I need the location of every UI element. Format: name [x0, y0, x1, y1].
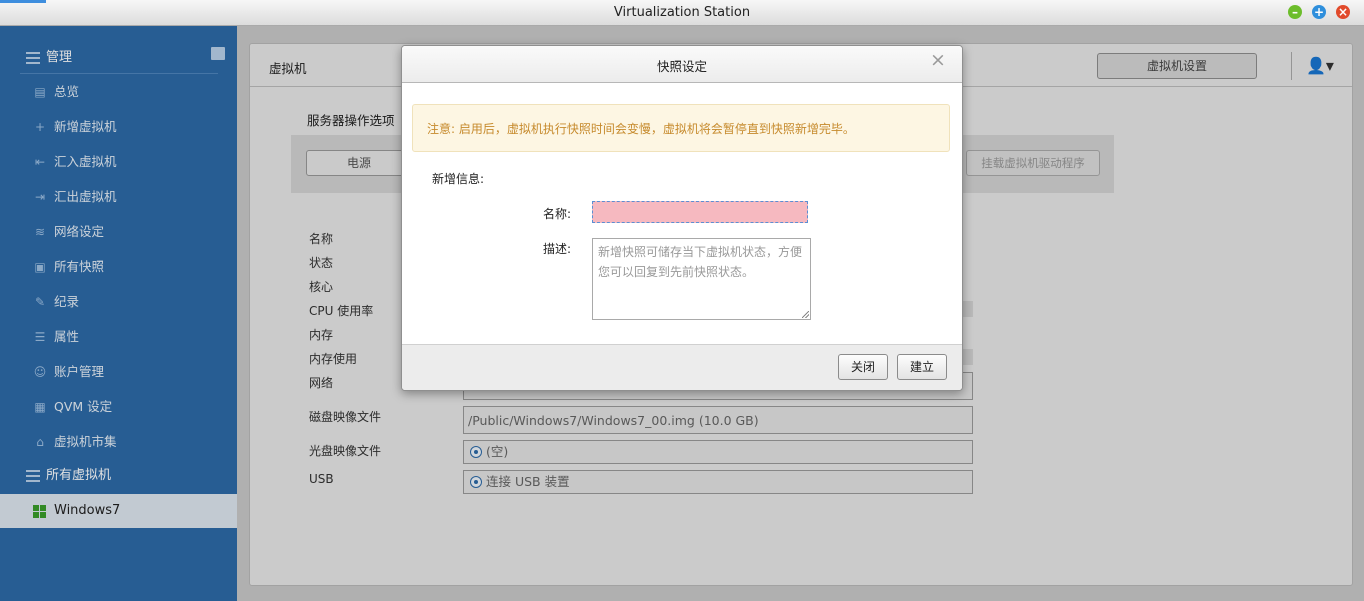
create-button[interactable]: 建立: [897, 354, 947, 380]
dialog-footer: 关闭 建立: [402, 344, 962, 390]
close-window-icon[interactable]: ×: [1336, 5, 1350, 19]
close-icon[interactable]: ×: [930, 49, 946, 71]
snapshot-name-input[interactable]: [592, 201, 808, 223]
description-placeholder: 新增快照可储存当下虚拟机状态，方便您可以回复到先前快照状态。: [598, 245, 803, 279]
dialog-header: 快照设定 ×: [402, 46, 962, 83]
resize-handle-icon[interactable]: [802, 311, 809, 318]
dialog-title: 快照设定: [656, 59, 707, 74]
tab-indicator: [0, 0, 46, 3]
name-label: 名称:: [543, 207, 572, 221]
snapshot-dialog: 快照设定 × 注意: 启用后，虚拟机执行快照时间会变慢，虚拟机将会暂停直到快照新…: [401, 45, 963, 391]
description-label: 描述:: [543, 242, 572, 256]
section-label: 新增信息:: [432, 172, 485, 186]
maximize-icon[interactable]: +: [1312, 5, 1326, 19]
window-title: Virtualization Station: [613, 5, 751, 20]
window-titlebar: Virtualization Station – + ×: [0, 0, 1364, 26]
close-button[interactable]: 关闭: [838, 354, 888, 380]
snapshot-description-textarea[interactable]: 新增快照可储存当下虚拟机状态，方便您可以回复到先前快照状态。: [592, 238, 811, 320]
minimize-icon[interactable]: –: [1288, 5, 1302, 19]
notice-banner: 注意: 启用后，虚拟机执行快照时间会变慢，虚拟机将会暂停直到快照新增完毕。: [412, 104, 950, 152]
